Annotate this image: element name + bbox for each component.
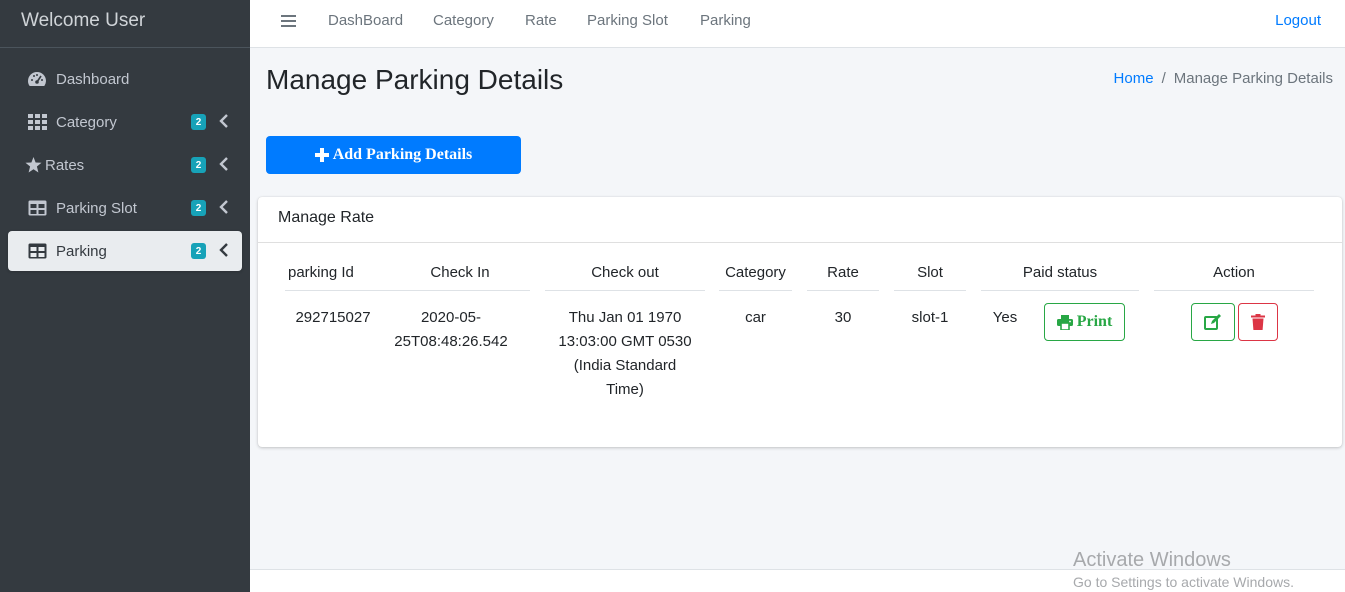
sidebar-item-parking[interactable]: Parking 2 bbox=[8, 231, 242, 271]
cell-check-out: Thu Jan 01 1970 13:03:00 GMT 0530 (India… bbox=[545, 306, 705, 402]
check-out-line: 13:03:00 GMT 0530 bbox=[558, 333, 692, 350]
check-in-line: 2020-05- bbox=[420, 309, 482, 326]
column-header-parking-id: parking Id bbox=[285, 264, 390, 291]
tachometer-icon bbox=[26, 70, 48, 88]
topnav-parking-link[interactable]: Parking bbox=[700, 12, 751, 29]
table-icon bbox=[26, 199, 48, 217]
edit-icon bbox=[1204, 314, 1221, 330]
column-header-paid-status: Paid status bbox=[981, 264, 1139, 291]
chevron-left-icon[interactable] bbox=[218, 113, 230, 129]
chevron-left-icon[interactable] bbox=[218, 199, 230, 215]
cell-rate: 30 bbox=[834, 309, 852, 326]
cell-slot: slot-1 bbox=[911, 309, 949, 326]
print-label: Print bbox=[1076, 313, 1113, 330]
topnav-parking-slot-link[interactable]: Parking Slot bbox=[587, 12, 668, 29]
cell-category: car bbox=[745, 309, 766, 326]
logout-link[interactable]: Logout bbox=[1275, 12, 1321, 29]
sidebar-brand: Welcome User bbox=[0, 0, 250, 48]
sidebar-nav: Dashboard Category 2 Rates 2 Parking Slo… bbox=[0, 48, 250, 271]
chevron-left-icon[interactable] bbox=[218, 242, 230, 258]
sidebar-item-label: Parking Slot bbox=[56, 199, 137, 217]
count-badge: 2 bbox=[191, 157, 206, 173]
print-icon bbox=[1056, 314, 1073, 330]
activation-watermark-subtitle: Go to Settings to activate Windows. bbox=[1073, 574, 1294, 590]
sidebar-item-category[interactable]: Category 2 bbox=[8, 102, 242, 142]
sidebar-item-label: Dashboard bbox=[56, 70, 130, 88]
breadcrumb-home-link[interactable]: Home bbox=[1114, 70, 1154, 87]
plus-icon bbox=[314, 144, 329, 166]
edit-button[interactable] bbox=[1191, 303, 1235, 341]
topnav-dashboard-link[interactable]: DashBoard bbox=[328, 12, 403, 29]
check-out-line: (India Standard bbox=[573, 357, 677, 374]
card-title: Manage Rate bbox=[258, 197, 1342, 243]
star-icon bbox=[24, 156, 42, 174]
add-parking-details-label: Add Parking Details bbox=[332, 146, 473, 163]
column-header-rate: Rate bbox=[807, 264, 879, 291]
cell-check-in: 2020-05- 25T08:48:26.542 bbox=[390, 306, 512, 354]
sidebar-item-parking-slot[interactable]: Parking Slot 2 bbox=[8, 188, 242, 228]
hamburger-menu-icon[interactable] bbox=[281, 14, 296, 28]
sidebar-item-label: Rates bbox=[45, 156, 85, 174]
breadcrumb-separator: / bbox=[1161, 70, 1166, 87]
sidebar-item-label: Parking bbox=[56, 242, 107, 260]
column-header-category: Category bbox=[719, 264, 792, 291]
topnav-rate-link[interactable]: Rate bbox=[525, 12, 557, 29]
activation-watermark-title: Activate Windows bbox=[1073, 549, 1231, 571]
column-header-check-out: Check out bbox=[545, 264, 705, 291]
count-badge: 2 bbox=[191, 200, 206, 216]
table-icon bbox=[26, 242, 48, 260]
sidebar: Welcome User Dashboard Category 2 Rates … bbox=[0, 0, 250, 592]
count-badge: 2 bbox=[191, 114, 206, 130]
breadcrumb: Home / Manage Parking Details bbox=[1114, 70, 1333, 87]
chevron-left-icon[interactable] bbox=[218, 156, 230, 172]
check-in-line: 25T08:48:26.542 bbox=[394, 333, 508, 350]
add-parking-details-button[interactable]: Add Parking Details bbox=[266, 136, 521, 174]
trash-icon bbox=[1251, 314, 1265, 330]
top-navbar: DashBoard Category Rate Parking Slot Par… bbox=[250, 0, 1345, 48]
sidebar-item-label: Category bbox=[56, 113, 117, 131]
column-header-slot: Slot bbox=[894, 264, 966, 291]
sidebar-item-dashboard[interactable]: Dashboard bbox=[8, 59, 242, 99]
breadcrumb-current: Manage Parking Details bbox=[1173, 70, 1333, 87]
topnav-category-link[interactable]: Category bbox=[433, 12, 494, 29]
cell-parking-id: 292715027 bbox=[295, 309, 371, 326]
check-out-line: Time) bbox=[606, 381, 644, 398]
cell-paid-status: Yes bbox=[992, 309, 1018, 326]
print-button[interactable]: Print bbox=[1044, 303, 1125, 341]
column-header-action: Action bbox=[1154, 264, 1314, 291]
grid-icon bbox=[26, 113, 48, 131]
page-title: Manage Parking Details bbox=[266, 64, 564, 95]
count-badge: 2 bbox=[191, 243, 206, 259]
delete-button[interactable] bbox=[1238, 303, 1278, 341]
check-out-line: Thu Jan 01 1970 bbox=[568, 309, 682, 326]
column-header-check-in: Check In bbox=[390, 264, 530, 291]
sidebar-item-rates[interactable]: Rates 2 bbox=[8, 145, 242, 185]
